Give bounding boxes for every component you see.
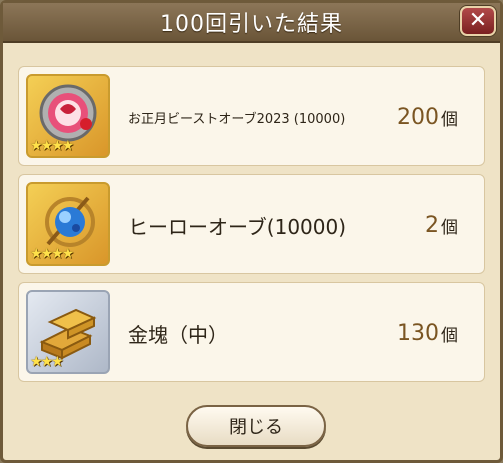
item-quantity: 200 個: [397, 67, 458, 167]
item-name: ヒーローオーブ(10000): [128, 214, 347, 239]
item-name: お正月ビーストオーブ2023 (10000): [128, 111, 346, 127]
title-bar: 100回引いた結果 ✕: [3, 3, 500, 43]
quantity-value: 2: [425, 212, 439, 238]
quantity-value: 200: [397, 104, 439, 130]
hero-orb-icon: ★★★★: [26, 182, 110, 266]
rarity-stars: ★★★★: [30, 246, 74, 262]
item-name: 金塊（中）: [128, 322, 228, 347]
result-dialog: 100回引いた結果 ✕ ★★★★ お正月ビーストオーブ2023 (10000) …: [0, 0, 503, 463]
reward-list[interactable]: ★★★★ お正月ビーストオーブ2023 (10000) 200 個 ★★★★ ヒ: [18, 66, 485, 386]
quantity-unit: 個: [441, 109, 458, 130]
item-quantity: 130 個: [397, 283, 458, 383]
close-button[interactable]: 閉じる: [186, 405, 326, 447]
list-item: ★★★ 金塊（中） 130 個: [18, 282, 485, 382]
dialog-title: 100回引いた結果: [160, 12, 343, 37]
rarity-stars: ★★★★: [30, 138, 74, 154]
list-item: ★★★★ ヒーローオーブ(10000) 2 個: [18, 174, 485, 274]
rarity-stars: ★★★: [30, 354, 64, 370]
quantity-unit: 個: [441, 217, 458, 238]
gold-ingot-icon: ★★★: [26, 290, 110, 374]
list-item: ★★★★ お正月ビーストオーブ2023 (10000) 200 個: [18, 66, 485, 166]
beast-orb-icon: ★★★★: [26, 74, 110, 158]
close-icon[interactable]: ✕: [460, 6, 496, 36]
item-quantity: 2 個: [425, 175, 458, 275]
quantity-unit: 個: [441, 325, 458, 346]
quantity-value: 130: [397, 320, 439, 346]
